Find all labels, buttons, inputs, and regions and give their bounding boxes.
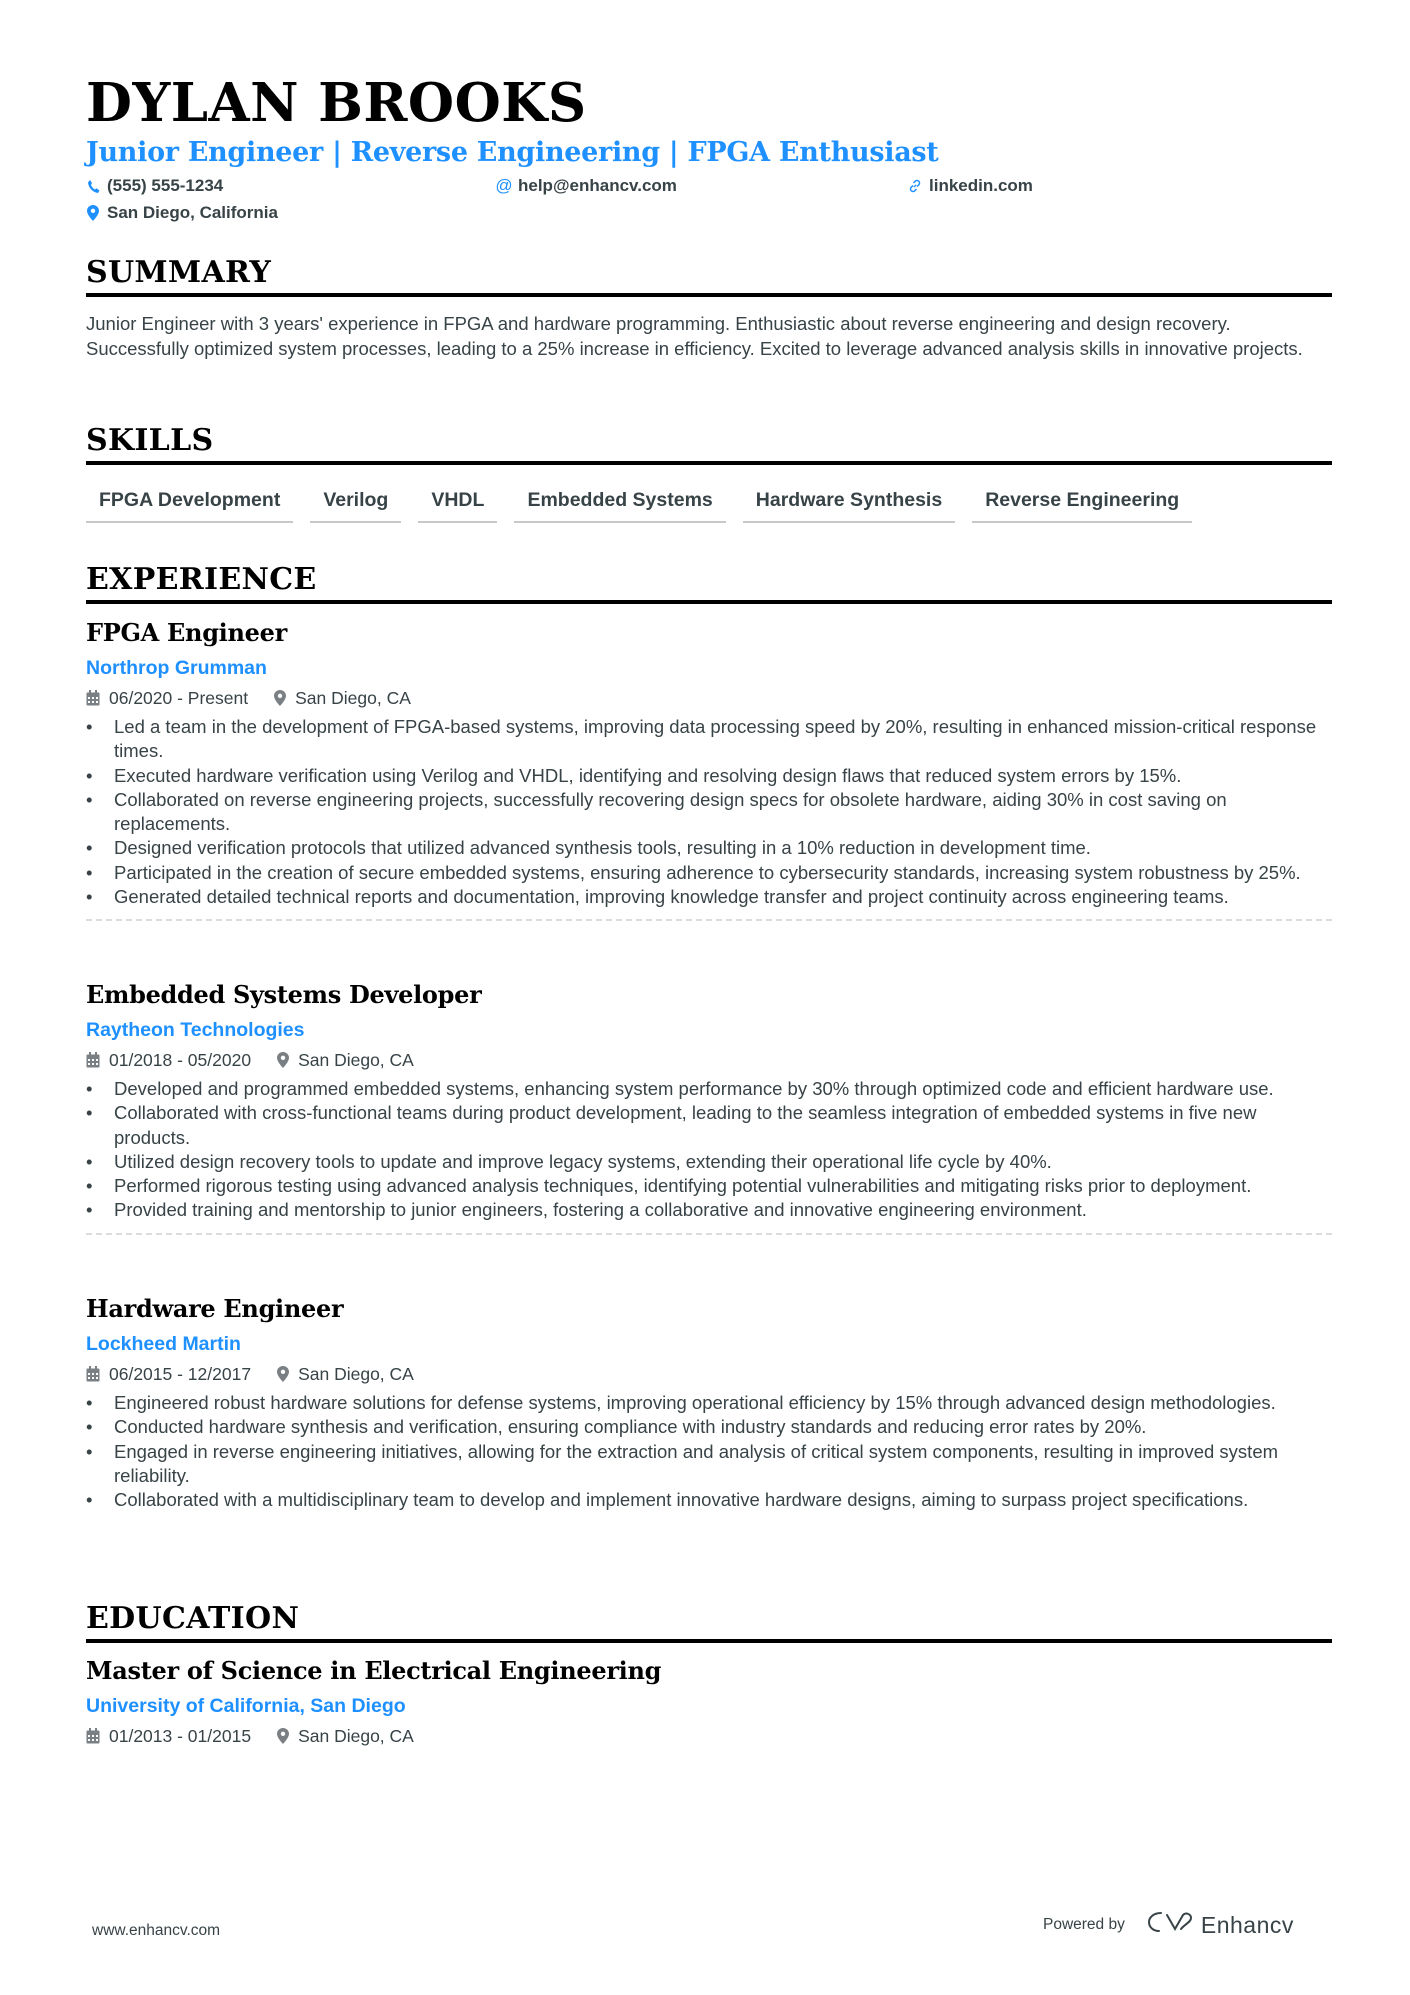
phone-icon (86, 179, 100, 194)
skills-heading: SKILLS (86, 423, 1332, 465)
headline: Junior Engineer | Reverse Engineering | … (86, 137, 939, 168)
job-meta: 06/2015 - 12/2017 San Diego, CA (86, 1363, 1332, 1385)
bullet-item: Utilized design recovery tools to update… (86, 1150, 1332, 1175)
skills-list: FPGA Development Verilog VHDL Embedded S… (86, 489, 1209, 523)
job-bullets: Engineered robust hardware solutions for… (86, 1391, 1332, 1513)
bullet-item: Engaged in reverse engineering initiativ… (86, 1440, 1332, 1489)
experience-heading: EXPERIENCE (86, 562, 1332, 604)
entry-divider (86, 919, 1332, 922)
contact-link[interactable]: linkedin.com (908, 176, 1033, 196)
contact-email[interactable]: @ help@enhancv.com (495, 176, 677, 196)
calendar-icon (86, 690, 100, 706)
bullet-item: Collaborated with cross-functional teams… (86, 1101, 1332, 1150)
education-entry: Master of Science in Electrical Engineer… (86, 1656, 1332, 1747)
job-bullets: Led a team in the development of FPGA-ba… (86, 715, 1332, 910)
bullet-item: Generated detailed technical reports and… (86, 885, 1332, 910)
skill-tag: VHDL (418, 489, 498, 523)
education-meta: 01/2013 - 01/2015 San Diego, CA (86, 1725, 1332, 1747)
skill-tag: FPGA Development (86, 489, 294, 523)
map-pin-icon (277, 1728, 290, 1744)
summary-heading: SUMMARY (86, 255, 1332, 297)
company-name: Raytheon Technologies (86, 1019, 305, 1041)
link-icon (908, 179, 922, 193)
education-heading: EDUCATION (86, 1601, 1332, 1643)
experience-entry: FPGA Engineer Northrop Grumman 06/2020 -… (86, 618, 1332, 922)
company-name: Northrop Grumman (86, 657, 267, 679)
enhancv-logo[interactable]: Enhancv (1147, 1910, 1294, 1940)
company-name: Lockheed Martin (86, 1333, 241, 1355)
contact-location: San Diego, California (86, 203, 278, 223)
calendar-icon (86, 1366, 100, 1382)
bullet-item: Developed and programmed embedded system… (86, 1077, 1332, 1102)
education-dates: 01/2013 - 01/2015 (109, 1726, 252, 1746)
job-location: San Diego, CA (298, 1364, 414, 1384)
footer-website[interactable]: www.enhancv.com (92, 1922, 220, 1940)
bullet-item: Collaborated on reverse engineering proj… (86, 788, 1332, 837)
job-dates: 06/2020 - Present (109, 688, 249, 708)
job-title: Embedded Systems Developer (86, 980, 482, 1009)
footer-powered-by: Powered by Enhancv (1043, 1910, 1294, 1940)
skill-tag: Hardware Synthesis (742, 489, 956, 523)
map-pin-icon (277, 1052, 290, 1068)
job-location: San Diego, CA (295, 688, 411, 708)
degree-title: Master of Science in Electrical Engineer… (86, 1656, 662, 1685)
school-name: University of California, San Diego (86, 1695, 406, 1717)
bullet-item: Engineered robust hardware solutions for… (86, 1391, 1332, 1416)
email-text[interactable]: help@enhancv.com (518, 176, 677, 196)
skill-tag: Embedded Systems (514, 489, 726, 523)
bullet-item: Participated in the creation of secure e… (86, 861, 1332, 886)
map-pin-icon (86, 205, 100, 221)
summary-text: Junior Engineer with 3 years' experience… (86, 313, 1303, 359)
job-bullets: Developed and programmed embedded system… (86, 1077, 1332, 1223)
job-title: FPGA Engineer (86, 618, 287, 647)
enhancv-brand-name: Enhancv (1200, 1911, 1294, 1938)
experience-entry: Hardware Engineer Lockheed Martin 06/201… (86, 1294, 1332, 1513)
job-meta: 06/2020 - Present San Diego, CA (86, 687, 1332, 709)
skill-tag: Reverse Engineering (972, 489, 1193, 523)
skill-tag: Verilog (310, 489, 402, 523)
phone-text: (555) 555-1234 (107, 176, 224, 195)
enhancv-logo-icon (1147, 1910, 1193, 1940)
map-pin-icon (274, 690, 287, 706)
map-pin-icon (277, 1366, 290, 1382)
contact-phone: (555) 555-1234 (86, 176, 223, 196)
job-title: Hardware Engineer (86, 1294, 344, 1323)
job-meta: 01/2018 - 05/2020 San Diego, CA (86, 1049, 1332, 1071)
powered-by-label: Powered by (1043, 1916, 1125, 1933)
job-dates: 06/2015 - 12/2017 (109, 1364, 252, 1384)
bullet-item: Executed hardware verification using Ver… (86, 764, 1332, 789)
at-icon: @ (495, 176, 513, 195)
bullet-item: Provided training and mentorship to juni… (86, 1198, 1332, 1223)
bullet-item: Collaborated with a multidisciplinary te… (86, 1488, 1332, 1513)
candidate-name: DYLAN BROOKS (86, 72, 587, 134)
job-location: San Diego, CA (298, 1050, 414, 1070)
calendar-icon (86, 1052, 100, 1068)
education-location: San Diego, CA (298, 1726, 414, 1746)
bullet-item: Conducted hardware synthesis and verific… (86, 1415, 1332, 1440)
entry-divider (86, 1232, 1332, 1235)
link-text[interactable]: linkedin.com (929, 176, 1033, 196)
bullet-item: Performed rigorous testing using advance… (86, 1174, 1332, 1199)
location-text: San Diego, California (107, 203, 278, 222)
job-dates: 01/2018 - 05/2020 (109, 1050, 252, 1070)
experience-entry: Embedded Systems Developer Raytheon Tech… (86, 980, 1332, 1235)
bullet-item: Led a team in the development of FPGA-ba… (86, 715, 1332, 764)
bullet-item: Designed verification protocols that uti… (86, 836, 1332, 861)
calendar-icon (86, 1728, 100, 1744)
